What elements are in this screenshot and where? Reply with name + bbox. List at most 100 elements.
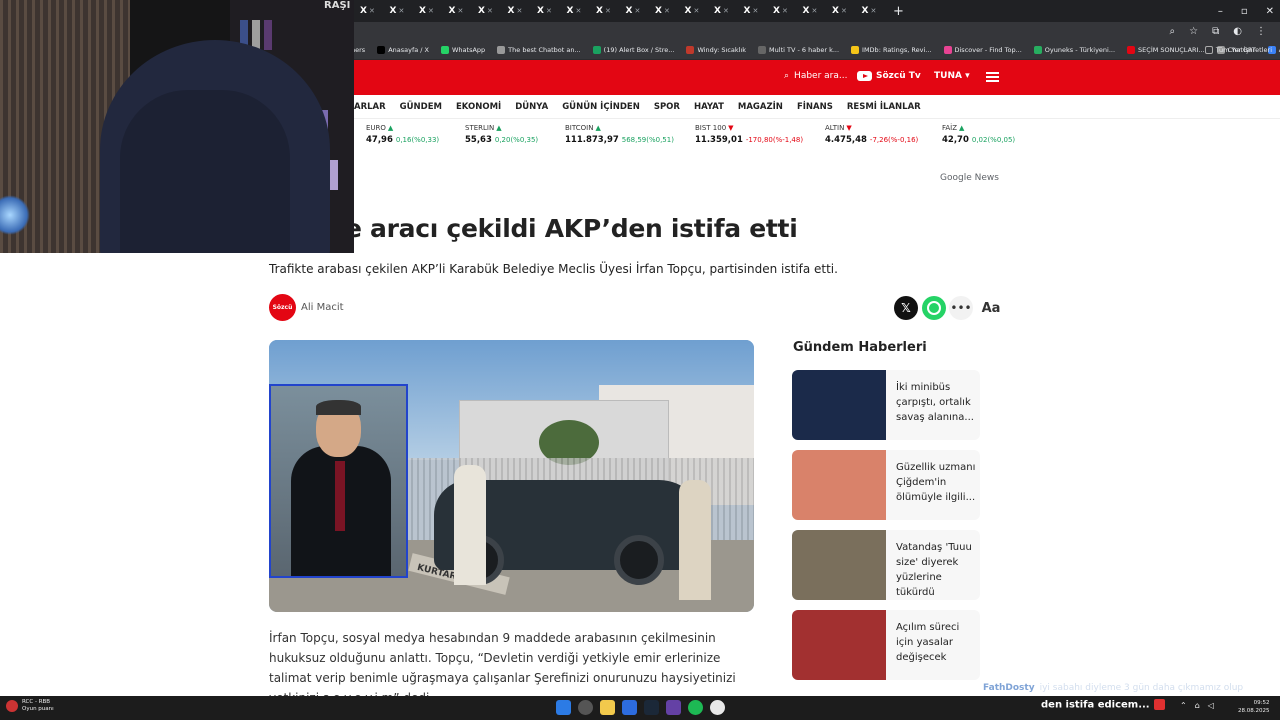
app-icon[interactable] [622,700,637,715]
browser-tab[interactable]: X✕ [708,0,738,22]
close-icon[interactable]: ✕ [634,7,640,15]
bookmark-item[interactable]: Windy: Sıcaklık [686,45,746,54]
browser-tab[interactable]: X✕ [767,0,797,22]
browser-tab[interactable]: X✕ [502,0,532,22]
hamburger-menu-icon[interactable] [986,72,999,82]
nav-item[interactable]: HAYAT [694,102,724,112]
close-icon[interactable]: ✕ [546,7,552,15]
minimize-icon[interactable]: – [1218,6,1223,17]
sidebar-news-card[interactable]: Vatandaş 'Tuuu size' diyerek yüzlerine t… [792,530,980,600]
start-icon[interactable] [556,700,571,715]
sidebar-news-card[interactable]: Güzellik uzmanı Çiğdem'in ölümüyle ilgil… [792,450,980,520]
extensions-icon[interactable]: ⧉ [1212,26,1219,37]
close-icon[interactable]: ✕ [782,7,788,15]
bookmark-item[interactable]: Oyuneks - Türkiyeni... [1033,45,1115,54]
spotify-icon[interactable] [688,700,703,715]
sidebar-news-card[interactable]: İki minibüs çarpıştı, ortalık savaş alan… [792,370,980,440]
close-icon[interactable]: ✕ [841,7,847,15]
bookmark-item[interactable]: IMDb: Ratings, Revi... [851,45,932,54]
browser-tab[interactable]: X✕ [531,0,561,22]
close-icon[interactable]: ✕ [605,7,611,15]
bookmark-item[interactable]: (19) Alert Box / Stre... [592,45,674,54]
close-icon[interactable]: ✕ [693,7,699,15]
browser-tab[interactable]: X✕ [443,0,473,22]
bookmark-item[interactable]: SEÇİM SONUÇLARI... [1127,45,1205,54]
close-icon[interactable]: ✕ [428,7,434,15]
browser-tab[interactable]: X✕ [826,0,856,22]
ticker-item[interactable]: BITCOIN ▲ 111.873,97 568,59(%0,51) [565,124,674,145]
google-news-link[interactable]: Google News [940,173,999,183]
profile-icon[interactable]: ◐ [1233,26,1242,37]
bookmark-item[interactable]: Multi TV - 6 haber k... [758,45,839,54]
close-icon[interactable]: ✕ [664,7,670,15]
bookmark-item[interactable]: The best Chatbot an... [497,45,581,54]
browser-tab[interactable]: X✕ [856,0,886,22]
star-icon[interactable]: ☆ [1189,26,1198,37]
network-icon[interactable]: ⌂ [1195,701,1200,710]
ticker-item[interactable]: EURO ▲ 47,96 0,16(%0,33) [366,124,439,145]
system-clock[interactable]: 09:52 28.08.2025 [1238,699,1270,715]
browser-tab[interactable]: X✕ [649,0,679,22]
ticker-item[interactable]: BIST 100 ▼ 11.359,01 -170,80(%-1,48) [695,124,803,145]
browser-tab[interactable]: X✕ [620,0,650,22]
share-more-button[interactable]: ••• [949,296,973,320]
close-icon[interactable]: ✕ [723,7,729,15]
browser-tab[interactable]: X✕ [590,0,620,22]
close-icon[interactable]: ✕ [870,7,876,15]
all-bookmarks[interactable]: Tüm Yer İşaretleri [1204,40,1272,60]
close-icon[interactable]: ✕ [516,7,522,15]
nav-item[interactable]: ARLAR [354,102,386,112]
new-tab-icon[interactable]: + [893,4,904,19]
bookmark-item[interactable]: Discover - Find Top... [943,45,1022,54]
up-arrow-icon[interactable]: ⌃ [1180,701,1187,710]
sozcu-tv-link[interactable]: Sözcü Tv [857,71,921,81]
zoom-icon[interactable]: ⌕ [1170,26,1176,37]
browser-tab[interactable]: X✕ [354,0,384,22]
browser-tab[interactable]: X✕ [384,0,414,22]
close-icon[interactable]: ✕ [811,7,817,15]
ticker-item[interactable]: STERLIN ▲ 55,63 0,20(%0,35) [465,124,538,145]
close-icon[interactable]: ✕ [369,7,375,15]
nav-item[interactable]: SPOR [654,102,680,112]
nav-item[interactable]: GÜNDEM [400,102,442,112]
nav-item[interactable]: EKONOMİ [456,102,501,112]
kick-icon[interactable] [666,700,681,715]
steam-icon[interactable] [644,700,659,715]
close-icon[interactable]: ✕ [575,7,581,15]
search-box[interactable]: ⌕ Haber ara... [784,71,847,81]
share-whatsapp-button[interactable] [922,296,946,320]
bookmark-item[interactable]: WhatsApp [441,45,485,54]
search-input[interactable]: Haber ara... [794,71,847,81]
close-icon[interactable]: ✕ [398,7,404,15]
close-window-icon[interactable]: ✕ [1266,6,1274,17]
nav-item[interactable]: MAGAZİN [738,102,783,112]
browser-tab[interactable]: X✕ [738,0,768,22]
browser-tab[interactable]: X✕ [413,0,443,22]
sidebar-news-card[interactable]: Açılım süreci için yasalar değişecek [792,610,980,680]
ticker-item[interactable]: ALTIN ▼ 4.475,48 -7,26(%-0,16) [825,124,918,145]
browser-tab[interactable]: X✕ [472,0,502,22]
taskbar-widget[interactable]: RCC - RBB Oyun puanı [6,699,54,713]
search-icon[interactable] [578,700,593,715]
nav-item[interactable]: FİNANS [797,102,833,112]
close-icon[interactable]: ✕ [752,7,758,15]
nav-item[interactable]: GÜNÜN İÇİNDEN [562,102,640,112]
volume-icon[interactable]: ◁ [1208,701,1214,710]
file-explorer-icon[interactable] [600,700,615,715]
close-icon[interactable]: ✕ [487,7,493,15]
bookmark-item[interactable]: Anasayfa / X [377,45,429,54]
author-byline[interactable]: Sözcü Ali Macit [269,294,344,321]
font-size-button[interactable]: Aa [979,296,1003,320]
browser-tab[interactable]: X✕ [561,0,591,22]
nav-item[interactable]: RESMİ İLANLAR [847,102,921,112]
browser-tab[interactable]: X✕ [679,0,709,22]
browser-tab[interactable]: X✕ [797,0,827,22]
share-x-button[interactable]: 𝕏 [894,296,918,320]
close-icon[interactable]: ✕ [457,7,463,15]
maximize-icon[interactable]: ▫ [1241,6,1248,17]
ticker-item[interactable]: FAİZ ▲ 42,70 0,02(%0,05) [942,124,1015,145]
chrome-icon[interactable] [710,700,725,715]
user-menu[interactable]: TUNA ▾ [934,71,970,81]
menu-icon[interactable]: ⋮ [1256,26,1266,37]
nav-item[interactable]: DÜNYA [515,102,548,112]
